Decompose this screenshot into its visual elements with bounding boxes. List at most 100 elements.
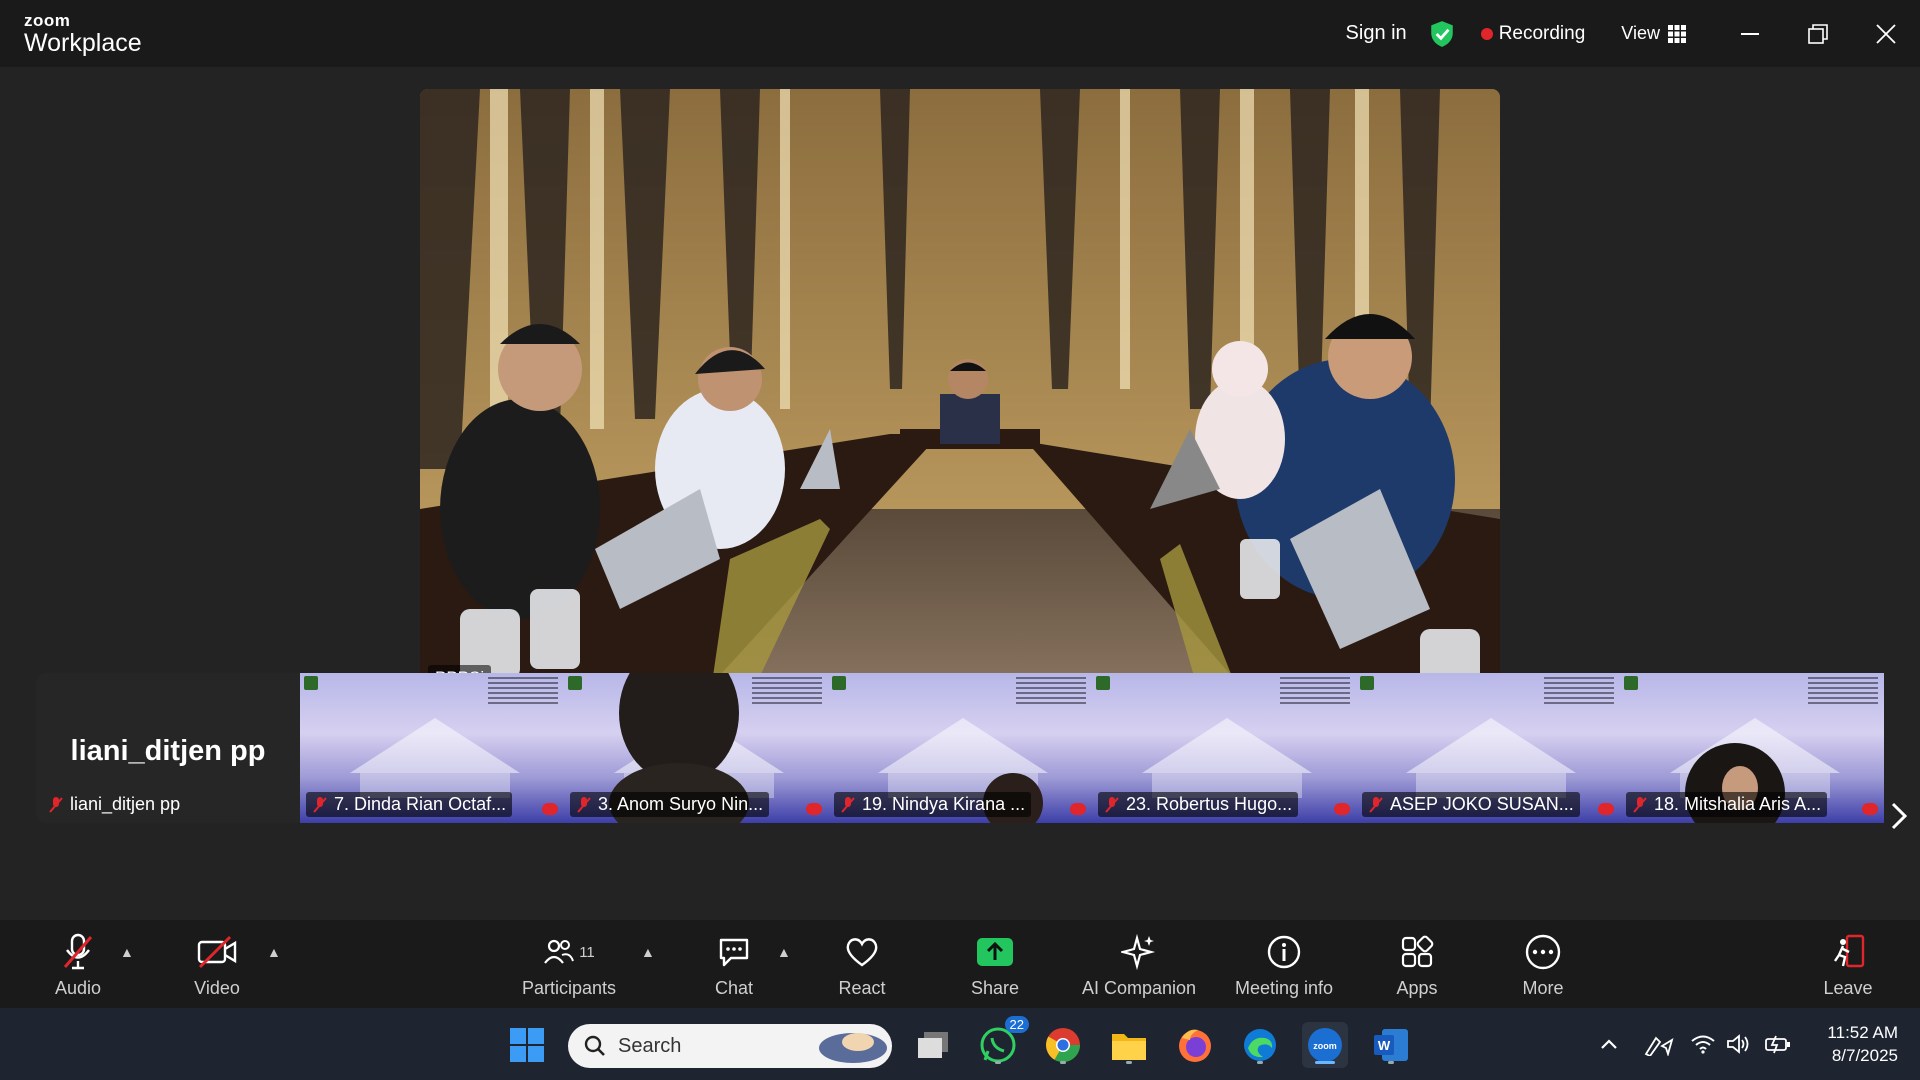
restore-button[interactable] bbox=[1784, 0, 1852, 67]
task-view-button[interactable] bbox=[910, 1022, 956, 1068]
leave-button[interactable]: Leave bbox=[1788, 932, 1908, 999]
battery-tray-button[interactable] bbox=[1764, 1034, 1792, 1059]
audio-options-caret-icon[interactable]: ▲ bbox=[120, 944, 134, 960]
more-button[interactable]: More bbox=[1483, 932, 1603, 999]
participant-gallery-strip: liani_ditjen pp liani_ditjen pp 7. Dinda… bbox=[36, 673, 1884, 823]
chrome-taskbar-button[interactable] bbox=[1040, 1022, 1086, 1068]
self-display-name: liani_ditjen pp bbox=[70, 735, 266, 767]
pen-location-icon bbox=[1644, 1036, 1674, 1058]
file-explorer-taskbar-button[interactable] bbox=[1106, 1022, 1152, 1068]
volume-tray-button[interactable] bbox=[1726, 1034, 1752, 1059]
gallery-next-button[interactable] bbox=[1890, 800, 1908, 839]
background-header-text bbox=[752, 677, 822, 707]
running-indicator bbox=[1257, 1061, 1263, 1064]
chat-label: Chat bbox=[714, 978, 754, 998]
muted-mic-icon bbox=[1105, 796, 1119, 813]
chat-button[interactable]: Chat bbox=[674, 932, 794, 999]
building-background-image bbox=[350, 718, 520, 798]
info-icon bbox=[1267, 935, 1301, 969]
more-label: More bbox=[1522, 978, 1564, 998]
participant-tile[interactable]: 18. Mitshalia Aris A... bbox=[1620, 673, 1884, 823]
pen-tray-button[interactable] bbox=[1644, 1034, 1674, 1061]
meeting-info-label: Meeting info bbox=[1234, 978, 1334, 998]
meeting-info-button[interactable]: Meeting info bbox=[1224, 932, 1344, 999]
recording-badge-icon bbox=[1070, 803, 1086, 815]
muted-mic-icon bbox=[841, 796, 855, 813]
participant-tile[interactable]: ASEP JOKO SUSAN... bbox=[1356, 673, 1620, 823]
leave-exit-icon bbox=[1834, 934, 1865, 968]
participant-name-label: 18. Mitshalia Aris A... bbox=[1626, 792, 1828, 817]
self-video-tile[interactable]: liani_ditjen pp liani_ditjen pp bbox=[36, 673, 300, 823]
active-speaker-video[interactable]: PPPSi bbox=[420, 89, 1500, 697]
battery-charging-icon bbox=[1765, 1035, 1790, 1054]
firefox-taskbar-button[interactable] bbox=[1172, 1022, 1218, 1068]
react-button[interactable]: React bbox=[802, 932, 922, 999]
recording-label: Recording bbox=[1498, 22, 1586, 44]
system-clock[interactable]: 11:52 AM 8/7/2025 bbox=[1827, 1022, 1898, 1068]
org-logo-icon bbox=[1096, 676, 1110, 690]
chrome-icon bbox=[1046, 1028, 1080, 1062]
start-button[interactable] bbox=[504, 1022, 550, 1068]
participant-name-label: ASEP JOKO SUSAN... bbox=[1362, 792, 1580, 817]
apps-icon bbox=[1401, 935, 1434, 968]
org-logo-icon bbox=[1624, 676, 1638, 690]
chat-options-caret-icon[interactable]: ▲ bbox=[777, 944, 791, 960]
apps-button[interactable]: Apps bbox=[1357, 932, 1477, 999]
windows-taskbar: Search 22 zoom W 11:52 AM 8/7/2025 bbox=[0, 1008, 1920, 1080]
video-options-caret-icon[interactable]: ▲ bbox=[267, 944, 281, 960]
participant-tile[interactable]: 19. Nindya Kirana ... bbox=[828, 673, 1092, 823]
recording-dot-icon bbox=[1480, 27, 1493, 40]
view-label: View bbox=[1621, 23, 1660, 43]
share-button[interactable]: Share bbox=[935, 932, 1055, 999]
apps-label: Apps bbox=[1396, 978, 1438, 998]
logo-workplace-text: Workplace bbox=[24, 29, 142, 57]
close-icon bbox=[1876, 23, 1896, 44]
participant-tile[interactable]: 3. Anom Suryo Nin... bbox=[564, 673, 828, 823]
minimize-button[interactable] bbox=[1716, 0, 1784, 67]
participant-tile[interactable]: 23. Robertus Hugo... bbox=[1092, 673, 1356, 823]
participant-tile[interactable]: 7. Dinda Rian Octaf... bbox=[300, 673, 564, 823]
participant-count: 11 bbox=[579, 943, 595, 961]
word-taskbar-button[interactable]: W bbox=[1368, 1022, 1414, 1068]
audio-button[interactable]: Audio bbox=[18, 932, 138, 999]
edge-taskbar-button[interactable] bbox=[1237, 1022, 1283, 1068]
video-button[interactable]: Video bbox=[157, 932, 277, 999]
participants-label: Participants bbox=[521, 978, 617, 998]
view-button[interactable]: View bbox=[1621, 23, 1686, 44]
meeting-room-video-frame bbox=[420, 89, 1500, 697]
restore-icon bbox=[1808, 23, 1828, 44]
whatsapp-badge: 22 bbox=[1004, 1016, 1029, 1033]
zoom-taskbar-button[interactable]: zoom bbox=[1302, 1022, 1348, 1068]
recording-badge-icon bbox=[542, 803, 558, 815]
participant-name: 19. Nindya Kirana ... bbox=[862, 794, 1026, 814]
recording-indicator[interactable]: Recording bbox=[1480, 22, 1586, 45]
taskbar-search-box[interactable]: Search bbox=[568, 1024, 892, 1068]
muted-mic-icon bbox=[1633, 796, 1647, 813]
title-bar: zoom Workplace Sign in Recording View bbox=[0, 0, 1920, 67]
participant-name: 18. Mitshalia Aris A... bbox=[1654, 794, 1822, 814]
participant-name-label: 3. Anom Suryo Nin... bbox=[570, 792, 770, 817]
building-background-image bbox=[1142, 718, 1312, 798]
react-label: React bbox=[838, 978, 886, 998]
sign-in-link[interactable]: Sign in bbox=[1346, 22, 1407, 45]
running-indicator bbox=[1126, 1061, 1132, 1064]
background-header-text bbox=[1280, 677, 1350, 707]
ai-companion-button[interactable]: AI Companion bbox=[1079, 932, 1199, 999]
svg-text:W: W bbox=[1378, 1038, 1391, 1053]
participants-button[interactable]: 11 Participants bbox=[509, 932, 629, 999]
wifi-tray-button[interactable] bbox=[1690, 1034, 1716, 1059]
participants-icon bbox=[544, 939, 575, 964]
participants-options-caret-icon[interactable]: ▲ bbox=[641, 944, 655, 960]
participant-name: 7. Dinda Rian Octaf... bbox=[334, 794, 507, 814]
close-button[interactable] bbox=[1852, 0, 1920, 67]
show-hidden-icons-button[interactable] bbox=[1600, 1034, 1618, 1055]
search-highlight-image bbox=[819, 1033, 887, 1063]
security-shield-icon[interactable] bbox=[1429, 20, 1455, 48]
muted-mic-icon bbox=[1369, 796, 1383, 813]
windows-logo-icon bbox=[510, 1028, 544, 1062]
firefox-icon bbox=[1179, 1029, 1211, 1062]
chat-icon bbox=[719, 938, 749, 967]
whatsapp-taskbar-button[interactable]: 22 bbox=[975, 1016, 1029, 1068]
clock-date: 8/7/2025 bbox=[1831, 1045, 1898, 1065]
active-window-indicator bbox=[1315, 1061, 1335, 1064]
